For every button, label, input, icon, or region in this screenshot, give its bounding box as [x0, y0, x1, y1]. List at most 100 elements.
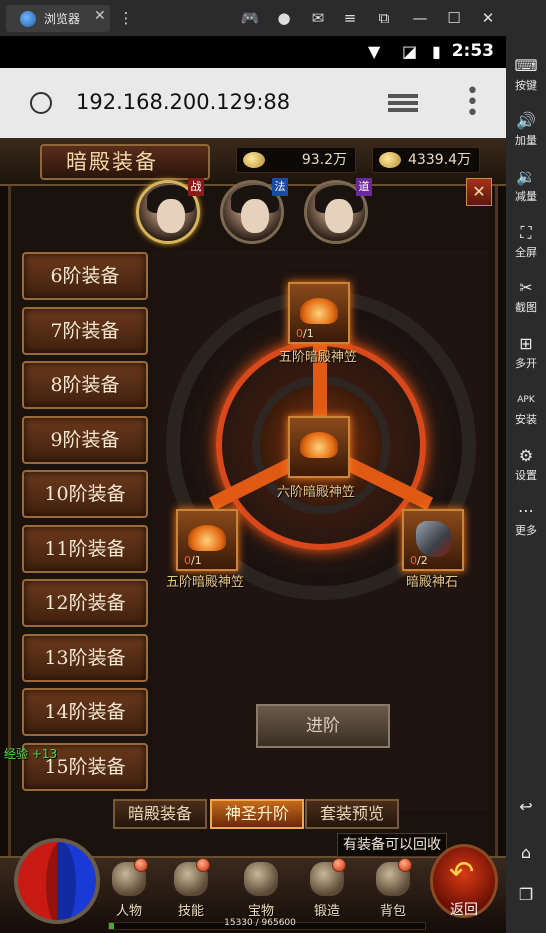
sidebar-settings[interactable]: ⚙ 设置 [506, 445, 546, 483]
back-icon: ↩ [519, 797, 533, 816]
panel-title: 暗殿装备 [40, 144, 210, 180]
browser-tab-title: 浏览器 [44, 12, 81, 26]
sidebar-more[interactable]: ⋯ 更多 [506, 500, 546, 538]
maximize-icon[interactable]: ☐ [444, 8, 464, 28]
hud-character-button[interactable]: 人物 [98, 858, 160, 922]
minimize-icon[interactable]: — [410, 8, 430, 28]
menu-icon[interactable]: ≡ [340, 8, 360, 28]
sidebar-label: 按键 [515, 79, 537, 92]
tier-item[interactable]: 9阶装备 [22, 416, 148, 464]
hud-bag-button[interactable]: 背包 [362, 858, 424, 922]
tier-item[interactable]: 6阶装备 [22, 252, 148, 300]
keyboard-icon: ⌨ [514, 56, 538, 75]
coin-value: 93.2万 [301, 152, 347, 168]
return-label: 返回 [450, 902, 478, 918]
class-badge-warrior: 战 [188, 178, 204, 196]
coin-icon [243, 152, 265, 168]
android-status-bar: ▼ ◪ ▮ 2:53 [0, 36, 506, 68]
panel-close-button[interactable]: ✕ [466, 178, 492, 206]
class-badge-taoist: 道 [356, 178, 372, 196]
sidebar-keyboard[interactable]: ⌨ 按键 [506, 55, 546, 93]
recents-nav-button[interactable]: ❐ [506, 884, 546, 906]
tab-set-preview[interactable]: 套装预览 [305, 799, 399, 829]
browser-menu-icon[interactable]: • • • [466, 81, 479, 125]
screenshot-crop-icon[interactable]: ⧉ [374, 8, 394, 28]
browser-url-bar: 192.168.200.129:88 • • • [0, 68, 506, 138]
return-arrow-icon: ↶ [449, 855, 475, 890]
multi-open-icon: ⊞ [519, 334, 533, 353]
material-slot-right[interactable]: 0/2 [402, 509, 464, 571]
hud-label: 技能 [177, 904, 204, 919]
sidebar-label: 安装 [515, 413, 537, 426]
tabs-icon[interactable] [388, 94, 418, 112]
slot-label-right: 暗殿神石 [406, 575, 459, 590]
panel-header: 暗殿装备 93.2万 4339.4万 [0, 138, 506, 186]
battery-charging-icon: ▮ [432, 42, 441, 61]
result-slot-center[interactable] [288, 416, 350, 478]
material-slot-top[interactable]: 0/1 [288, 282, 350, 344]
sidebar-multi-open[interactable]: ⊞ 多开 [506, 333, 546, 371]
tab-holy-upgrade[interactable]: 神圣升阶 [210, 799, 304, 829]
gamepad-icon[interactable]: 🎮 [240, 8, 260, 28]
home-icon: ⌂ [520, 843, 532, 862]
dark-stone-icon [416, 521, 452, 557]
tier-item[interactable]: 7阶装备 [22, 307, 148, 355]
wifi-icon: ▼ [368, 42, 381, 61]
volume-up-icon: 🔊 [516, 111, 536, 130]
tier-item[interactable]: 8阶装备 [22, 361, 148, 409]
notification-dot-icon [332, 858, 346, 872]
sidebar-screenshot[interactable]: ✂ 截图 [506, 277, 546, 315]
account-icon[interactable]: ● [274, 8, 294, 28]
material-slot-left[interactable]: 0/1 [176, 509, 238, 571]
tier-item[interactable]: 11阶装备 [22, 525, 148, 573]
mail-icon[interactable]: ✉ [308, 8, 328, 28]
recents-icon: ❐ [518, 885, 534, 904]
tier-item[interactable]: 13阶装备 [22, 634, 148, 682]
sidebar-fullscreen[interactable]: ⛶ 全屏 [506, 222, 546, 260]
tab-dark-equipment[interactable]: 暗殿装备 [113, 799, 207, 829]
tier-item[interactable]: 10阶装备 [22, 470, 148, 518]
treasure-icon [244, 862, 278, 896]
notification-dot-icon [398, 858, 412, 872]
game-canvas: 暗殿装备 93.2万 4339.4万 ✕ 战 法 道 6阶装备 7阶装备 8阶装… [0, 138, 506, 933]
sidebar-label: 减量 [515, 190, 537, 203]
scissors-icon: ✂ [519, 278, 533, 297]
apk-icon: APK [517, 395, 535, 405]
tab-close-icon[interactable]: ✕ [94, 8, 106, 24]
sidebar-volume-down[interactable]: 🔉 减量 [506, 166, 546, 204]
notification-dot-icon [196, 858, 210, 872]
sidebar-install[interactable]: APK 安装 [506, 389, 546, 427]
helmet-emblem-icon [300, 298, 338, 324]
slot-count: 0/1 [184, 554, 202, 567]
class-badge-mage: 法 [272, 178, 288, 196]
helmet-emblem-icon [188, 525, 226, 551]
tier-item[interactable]: 14阶装备 [22, 688, 148, 736]
advance-button[interactable]: 进阶 [256, 704, 390, 748]
sidebar-label: 全屏 [515, 246, 537, 259]
tier-item[interactable]: 12阶装备 [22, 579, 148, 627]
portrait-face [157, 199, 185, 233]
sidebar-label: 加量 [515, 134, 537, 147]
sidebar-label: 更多 [515, 524, 537, 537]
gold-ingot-icon [379, 152, 401, 168]
hud-forge-button[interactable]: 锻造 [296, 858, 358, 922]
status-time: 2:53 [451, 41, 494, 61]
exp-gain-text: 经验 +13 [4, 747, 58, 761]
home-nav-button[interactable]: ⌂ [506, 842, 546, 864]
emulator-title-bar: 浏览器 ✕ ⋮ 🎮 ● ✉ ≡ ⧉ — ☐ ✕ « [0, 0, 546, 36]
return-button[interactable]: ↶ 返回 [430, 844, 498, 918]
back-nav-button[interactable]: ↩ [506, 796, 546, 818]
portrait-face [325, 199, 353, 233]
sidebar-volume-up[interactable]: 🔊 加量 [506, 110, 546, 148]
hud-skill-button[interactable]: 技能 [160, 858, 222, 922]
close-icon[interactable]: ✕ [478, 8, 498, 28]
hud-treasure-button[interactable]: 宝物 [230, 862, 292, 922]
more-vert-icon[interactable]: ⋮ [116, 8, 136, 28]
tier-list: 6阶装备 7阶装备 8阶装备 9阶装备 10阶装备 11阶装备 12阶装备 13… [14, 250, 150, 791]
portrait-face [241, 199, 269, 233]
settings-icon: ⚙ [518, 446, 534, 465]
sidebar-label: 设置 [515, 469, 537, 482]
sidebar-label: 截图 [515, 301, 537, 314]
browser-tab[interactable]: 浏览器 ✕ [6, 5, 110, 32]
url-field[interactable]: 192.168.200.129:88 [76, 90, 290, 114]
